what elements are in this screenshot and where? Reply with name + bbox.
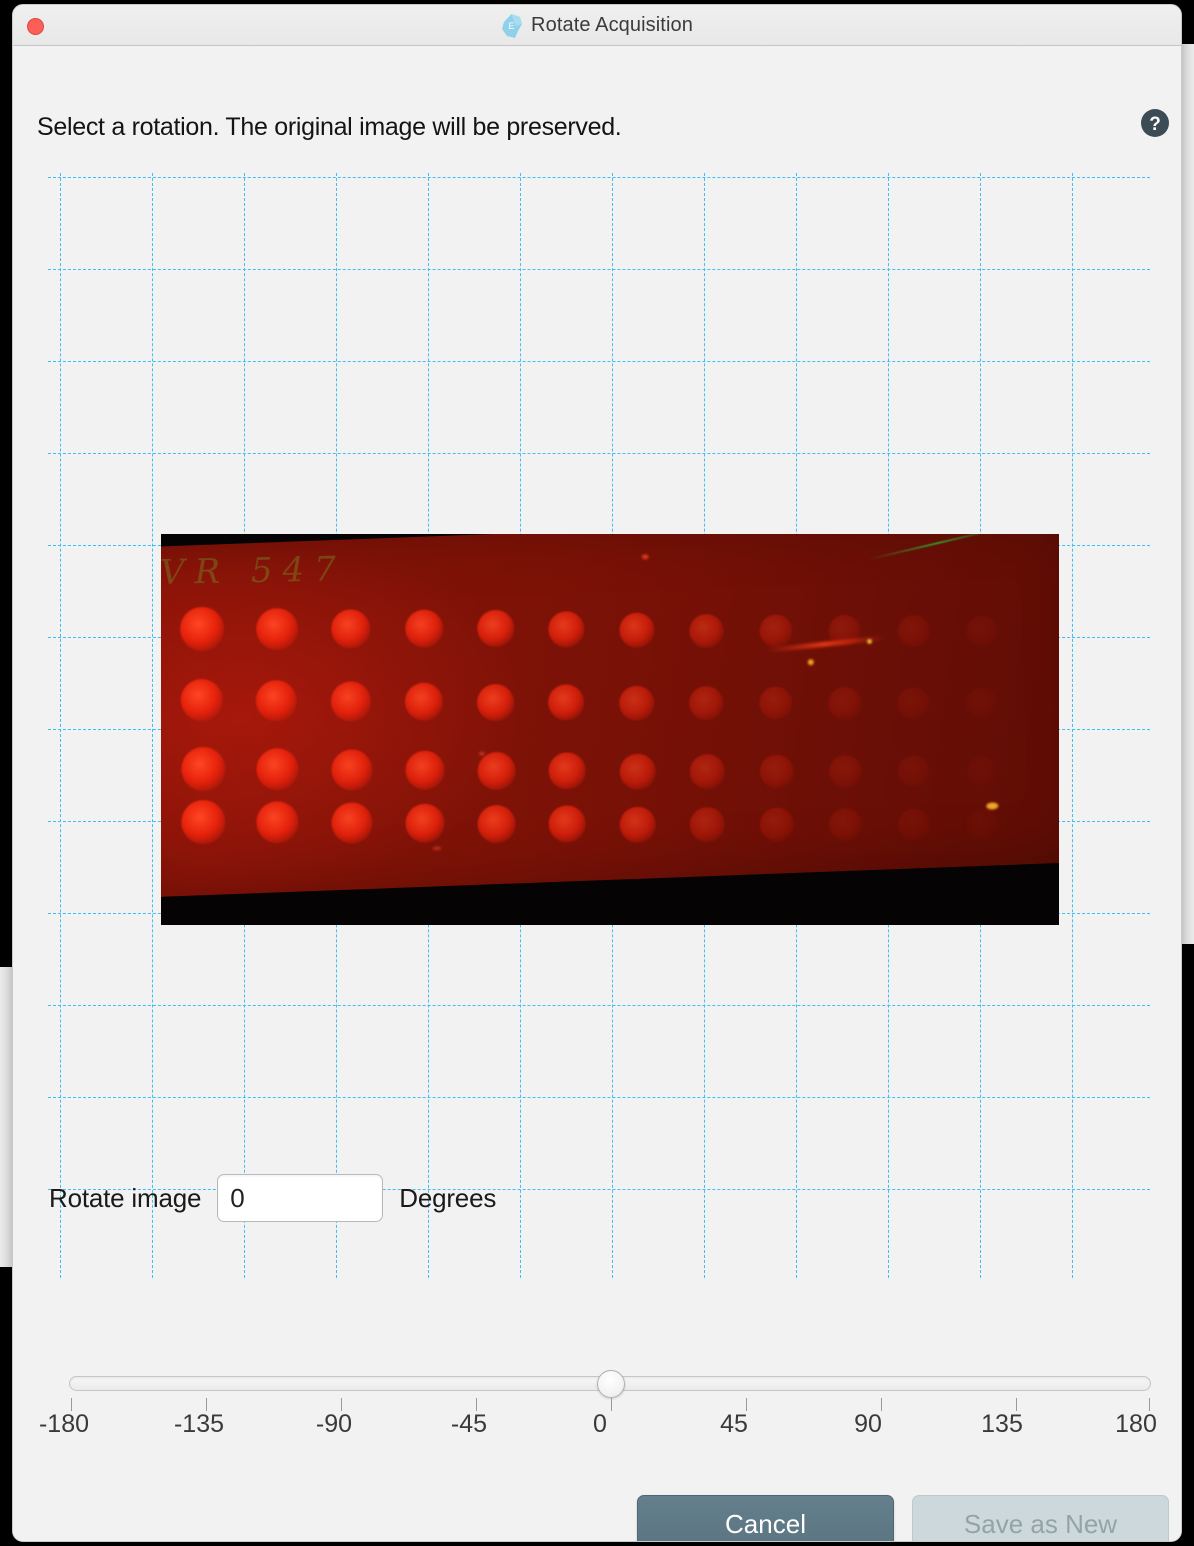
help-question-icon[interactable]: ? [1140,108,1170,138]
grid-line-v [60,173,61,1278]
save-as-new-button[interactable]: Save as New [912,1495,1169,1541]
close-window-button[interactable] [27,18,44,35]
slider-tick-label: 45 [720,1410,748,1438]
hexagon-e-icon: E [501,13,523,38]
grid-line-h [48,1097,1150,1098]
acquisition-preview-image[interactable]: VR 547 [161,534,1059,925]
slider-tick-label: -90 [315,1410,353,1438]
grid-line-v [152,173,153,1278]
rotation-slider[interactable] [69,1370,1151,1398]
slider-tick-label: 180 [1115,1410,1157,1438]
degrees-unit-label: Degrees [399,1182,497,1213]
cancel-button[interactable]: Cancel [637,1495,894,1541]
slider-tick-labels: -180 -135 -90 -45 0 45 90 135 180 [13,1410,1181,1444]
grid-line-h [48,177,1150,178]
title-group: E Rotate Acquisition [13,5,1181,46]
grid-line-h [48,453,1150,454]
slide-handwriting-label: VR 547 [161,549,347,593]
backdrop-band-left [0,967,12,1267]
slider-tick-label: 90 [854,1410,882,1438]
grid-line-h [48,1005,1150,1006]
rotate-acquisition-dialog: E Rotate Acquisition Select a rotation. … [12,4,1182,1542]
svg-text:?: ? [1149,114,1161,135]
window-title: Rotate Acquisition [531,14,693,36]
slider-tick-label: 135 [981,1410,1023,1438]
rotate-controls-row: Rotate image Degrees [49,1174,496,1222]
dialog-footer: Cancel Save as New [13,1495,1181,1541]
slider-tick-label: -45 [450,1410,488,1438]
slider-tick-label: -135 [173,1410,225,1438]
degrees-input[interactable] [217,1174,384,1222]
slider-thumb[interactable] [597,1370,625,1398]
dialog-body: Select a rotation. The original image wi… [13,46,1181,1541]
slider-tick-label: 0 [593,1410,607,1438]
instruction-text: Select a rotation. The original image wi… [37,113,622,141]
grid-line-h [48,361,1150,362]
grid-line-h [48,269,1150,270]
grid-line-v [1072,173,1073,1278]
svg-text:E: E [509,21,515,31]
backdrop-band-right [1182,44,1194,944]
rotate-image-label: Rotate image [49,1182,202,1213]
rotation-preview-canvas[interactable]: VR 547 [48,173,1150,1278]
slide-substrate: VR 547 [161,534,1059,898]
slider-tick-label: -180 [38,1410,90,1438]
title-bar: E Rotate Acquisition [13,5,1181,46]
